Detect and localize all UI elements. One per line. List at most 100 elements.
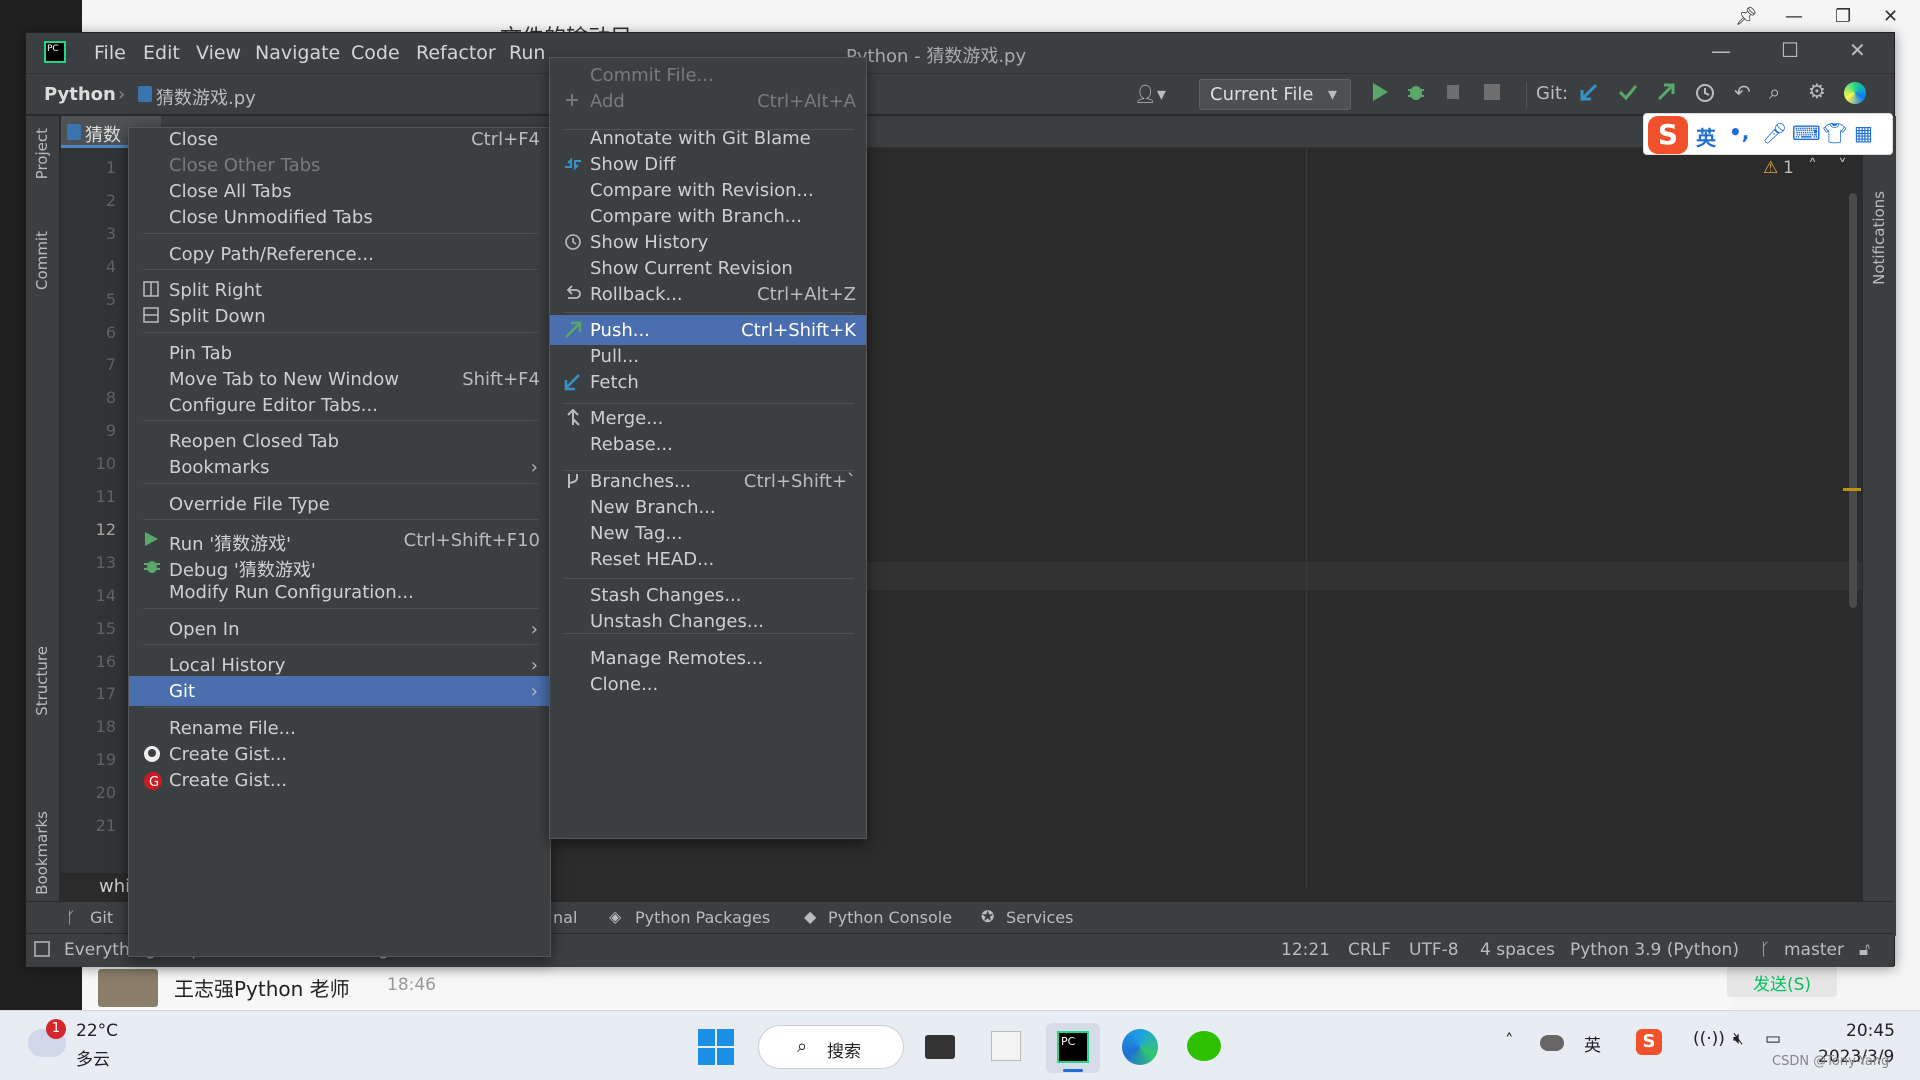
sogou-logo-icon[interactable]: S <box>1648 116 1688 154</box>
ime-lang[interactable]: 英 <box>1696 122 1716 151</box>
pin-icon[interactable]: 📌︎ <box>1735 6 1758 27</box>
line-number[interactable]: 3 <box>61 224 116 243</box>
battery-icon[interactable]: ▭ <box>1765 1029 1781 1049</box>
git-push-icon[interactable] <box>1656 82 1676 102</box>
sogou-tray-icon[interactable]: S <box>1636 1029 1662 1055</box>
tool-project[interactable]: Project <box>33 128 51 179</box>
line-number[interactable]: 6 <box>61 323 116 342</box>
warning-marker[interactable] <box>1843 488 1861 491</box>
tool-terminal[interactable]: nal <box>553 908 577 927</box>
status-layout-icon[interactable] <box>34 941 50 957</box>
line-number[interactable]: 8 <box>61 388 116 407</box>
line-number[interactable]: 19 <box>61 750 116 769</box>
line-number[interactable]: 5 <box>61 290 116 309</box>
chat-list-item[interactable]: 王志强Python 老师 18:46 发送(S) <box>82 960 1837 1012</box>
override-file-type-menu-item[interactable]: Override File Type <box>129 489 550 519</box>
chevron-up-icon[interactable]: ˄ <box>1808 156 1817 177</box>
gear-icon[interactable]: ⚙ <box>1808 79 1826 103</box>
menu-run[interactable]: Run <box>509 42 545 64</box>
weather-temp[interactable]: 22°C <box>76 1021 118 1041</box>
tool-python-console[interactable]: Python Console <box>828 908 952 927</box>
menu-code[interactable]: Code <box>351 42 400 64</box>
rollback-icon[interactable]: ↶ <box>1734 80 1751 104</box>
git-update-icon[interactable] <box>1579 82 1599 102</box>
ide-minimize-icon[interactable]: — <box>1711 39 1731 63</box>
menu-edit[interactable]: Edit <box>143 42 180 64</box>
warning-icon[interactable]: ⚠ <box>1763 158 1778 178</box>
status-position[interactable]: 12:21 <box>1281 940 1330 960</box>
clone-git-item[interactable]: Clone... <box>550 669 866 699</box>
line-number[interactable]: 9 <box>61 421 116 440</box>
line-number[interactable]: 10 <box>61 454 116 473</box>
status-line-separator[interactable]: CRLF <box>1348 940 1391 960</box>
ime-punct-icon[interactable]: •, <box>1729 120 1749 144</box>
wechat-icon[interactable] <box>1187 1031 1221 1061</box>
open-in-menu-item[interactable]: Open In › <box>129 614 550 644</box>
unstash-changes-git-item[interactable]: Unstash Changes... <box>550 606 866 636</box>
user-icon[interactable]: 👤︎▾ <box>1134 84 1166 105</box>
copy-path-reference-menu-item[interactable]: Copy Path/Reference... <box>129 239 550 269</box>
minimize-icon[interactable]: — <box>1785 6 1803 27</box>
git-commit-icon[interactable] <box>1618 82 1638 102</box>
windows-start-icon[interactable] <box>698 1029 734 1065</box>
wifi-icon[interactable]: ((·)) <box>1693 1029 1725 1049</box>
line-number[interactable]: 18 <box>61 717 116 736</box>
editor-scrollbar[interactable] <box>1849 193 1857 608</box>
breadcrumb-file[interactable]: 猜数游戏.py <box>156 84 256 110</box>
edge-icon[interactable] <box>1122 1029 1158 1065</box>
task-view-icon[interactable] <box>925 1035 955 1059</box>
run-icon[interactable] <box>1371 82 1389 102</box>
line-number[interactable]: 7 <box>61 355 116 374</box>
weather-desc[interactable]: 多云 <box>76 1045 110 1070</box>
status-branch[interactable]: master <box>1784 940 1844 960</box>
skin-icon[interactable]: 👕︎ <box>1822 121 1847 145</box>
line-number[interactable]: 20 <box>61 783 116 802</box>
rollback-git-item[interactable]: Rollback... Ctrl+Alt+Z <box>550 279 866 309</box>
restore-icon[interactable]: ❐ <box>1835 6 1851 27</box>
rebase-git-item[interactable]: Rebase... <box>550 429 866 459</box>
lock-icon[interactable]: 🔓︎ <box>1859 940 1870 960</box>
coverage-icon[interactable] <box>1444 82 1464 102</box>
tool-notifications[interactable]: Notifications <box>1870 191 1888 285</box>
split-down-menu-item[interactable]: Split Down <box>129 301 550 331</box>
notepad-icon[interactable] <box>991 1031 1021 1061</box>
configure-editor-tabs-menu-item[interactable]: Configure Editor Tabs... <box>129 390 550 420</box>
stop-icon[interactable] <box>1484 84 1500 100</box>
tray-chevron-icon[interactable]: ˄ <box>1505 1031 1514 1051</box>
clock-time[interactable]: 20:45 <box>1846 1021 1895 1041</box>
line-number[interactable]: 4 <box>61 257 116 276</box>
create-gist-menu-item[interactable]: G Create Gist... <box>129 765 550 795</box>
menu-refactor[interactable]: Refactor <box>416 42 496 64</box>
volume-muted-icon[interactable]: 🔇︎ <box>1733 1029 1744 1049</box>
microphone-icon[interactable]: 🎤︎ <box>1762 121 1787 145</box>
line-number[interactable]: 13 <box>61 553 116 572</box>
reset-head-git-item[interactable]: Reset HEAD... <box>550 544 866 574</box>
status-encoding[interactable]: UTF-8 <box>1409 940 1459 960</box>
status-interpreter[interactable]: Python 3.9 (Python) <box>1570 940 1739 960</box>
line-number[interactable]: 17 <box>61 684 116 703</box>
modify-run-configuration-menu-item[interactable]: Modify Run Configuration... <box>129 577 550 607</box>
breadcrumb-project[interactable]: Python <box>44 84 116 105</box>
tool-bookmarks[interactable]: Bookmarks <box>33 811 51 895</box>
tool-python-packages[interactable]: Python Packages <box>635 908 770 927</box>
line-number[interactable]: 1 <box>61 158 116 177</box>
menu-view[interactable]: View <box>196 42 241 64</box>
jetbrains-icon[interactable] <box>1844 82 1866 104</box>
ide-maximize-icon[interactable]: ☐ <box>1781 38 1799 62</box>
status-indent[interactable]: 4 spaces <box>1480 940 1555 960</box>
history-icon[interactable] <box>1694 82 1716 104</box>
bookmarks-menu-item[interactable]: Bookmarks › <box>129 452 550 482</box>
close-icon[interactable]: ✕ <box>1883 6 1898 27</box>
chevron-down-icon[interactable]: ˅ <box>1838 156 1847 177</box>
git-menu-item[interactable]: Git › <box>129 676 550 706</box>
search-icon[interactable]: ⌕ <box>1769 80 1780 104</box>
onedrive-icon[interactable] <box>1540 1035 1564 1051</box>
line-number[interactable]: 12 <box>61 520 116 539</box>
tool-git[interactable]: Git <box>90 908 113 927</box>
menu-navigate[interactable]: Navigate <box>255 42 340 64</box>
tool-structure[interactable]: Structure <box>33 646 51 716</box>
ide-close-icon[interactable]: ✕ <box>1849 38 1866 62</box>
debug-icon[interactable] <box>1406 82 1426 102</box>
fetch-git-item[interactable]: Fetch <box>550 367 866 397</box>
tool-services[interactable]: Services <box>1006 908 1073 927</box>
